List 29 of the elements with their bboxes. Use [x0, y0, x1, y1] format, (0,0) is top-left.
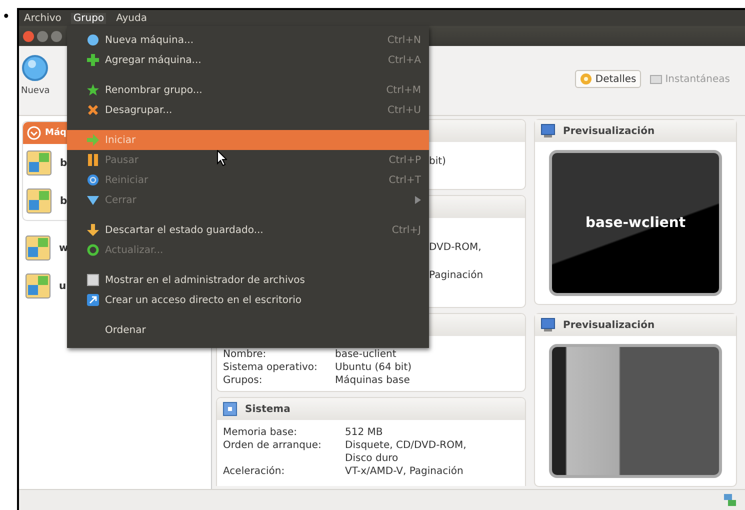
section-title: Previsualización [563, 126, 655, 136]
shortcut-text: Ctrl+A [388, 54, 421, 66]
shortcut-text: Ctrl+U [388, 104, 421, 116]
bullet-point: • [2, 10, 10, 24]
shortcut-text: Ctrl+M [386, 84, 421, 96]
detail-value: Ubuntu (64 bit) [335, 361, 413, 374]
shortcut-text: Ctrl+J [392, 224, 421, 236]
group-title: Máq [45, 128, 66, 138]
detail-value: base-uclient [335, 348, 398, 361]
shortcut-text: Ctrl+T [388, 174, 421, 186]
detail-label: Nombre: [223, 348, 268, 361]
detail-value: Paginación [429, 270, 484, 281]
detail-value: 512 MB [345, 426, 384, 439]
detail-label: Grupos: [223, 374, 264, 387]
detail-value: bit) [429, 156, 447, 167]
shortcut-text: Ctrl+N [387, 34, 421, 46]
section-title: Previsualización [563, 320, 655, 330]
detail-label: Aceleración: [223, 465, 286, 478]
detail-label: Orden de arranque: [223, 439, 322, 452]
detail-value: VT-x/AMD-V, Paginación [345, 465, 464, 478]
detail-value: DVD-ROM, [429, 242, 482, 253]
detail-label: Sistema operativo: [223, 361, 318, 374]
section-title: Sistema [245, 404, 290, 414]
detail-value: Máquinas base [335, 374, 411, 387]
screen-text: base-wclient [585, 215, 686, 231]
detail-value: Disco duro [345, 452, 400, 465]
detail-value: Disquete, CD/DVD-ROM, [345, 439, 468, 452]
shortcut-text: Ctrl+P [388, 154, 421, 166]
detail-label: Memoria base: [223, 426, 298, 439]
